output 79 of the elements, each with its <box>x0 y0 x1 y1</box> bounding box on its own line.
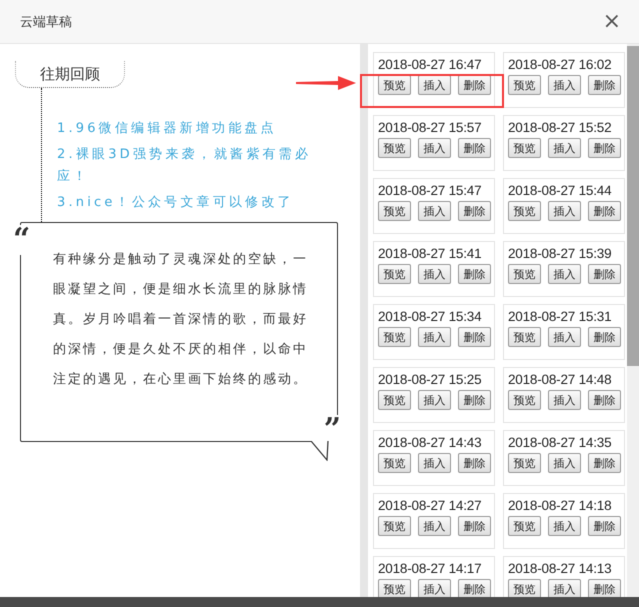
window-title: 云端草稿 <box>20 14 72 30</box>
draft-action-button[interactable]: 插入 <box>418 75 451 95</box>
draft-action-button[interactable]: 预览 <box>508 201 541 221</box>
draft-date: 2018-08-27 15:47 <box>378 183 482 198</box>
draft-action-button[interactable]: 删除 <box>458 138 491 158</box>
draft-date: 2018-08-27 15:25 <box>378 372 482 387</box>
draft-action-button[interactable]: 删除 <box>588 453 621 473</box>
draft-action-button[interactable]: 删除 <box>588 327 621 347</box>
draft-action-button[interactable]: 删除 <box>588 138 621 158</box>
draft-action-button[interactable]: 插入 <box>418 138 451 158</box>
draft-date: 2018-08-27 16:47 <box>378 57 482 72</box>
draft-date: 2018-08-27 15:44 <box>508 183 612 198</box>
draft-action-button[interactable]: 删除 <box>458 75 491 95</box>
draft-date: 2018-08-27 15:34 <box>378 309 482 324</box>
draft-date: 2018-08-27 14:13 <box>508 561 612 576</box>
draft-action-button[interactable]: 预览 <box>508 75 541 95</box>
draft-action-button[interactable]: 删除 <box>458 264 491 284</box>
draft-date: 2018-08-27 15:31 <box>508 309 612 324</box>
draft-action-button[interactable]: 预览 <box>378 327 411 347</box>
draft-action-button[interactable]: 插入 <box>418 453 451 473</box>
draft-action-button[interactable]: 预览 <box>378 453 411 473</box>
draft-action-button[interactable]: 删除 <box>588 264 621 284</box>
draft-date: 2018-08-27 15:39 <box>508 246 612 261</box>
draft-action-button[interactable]: 预览 <box>378 390 411 410</box>
draft-date: 2018-08-27 15:41 <box>378 246 482 261</box>
draft-action-button[interactable]: 插入 <box>548 264 581 284</box>
quote-text: 有种缘分是触动了灵魂深处的空缺，一眼凝望之间，便是细水长流里的脉脉情真。岁月吟唱着一首深情的歌，而最好的深情，便是久处不厌的相伴，以命中注定的遇见，在心里画下始终的感动。 <box>53 251 309 389</box>
draft-action-button[interactable]: 删除 <box>458 327 491 347</box>
draft-action-button[interactable]: 预览 <box>378 138 411 158</box>
draft-date: 2018-08-27 14:35 <box>508 435 612 450</box>
draft-action-button[interactable]: 预览 <box>508 453 541 473</box>
draft-action-button[interactable]: 预览 <box>378 264 411 284</box>
draft-action-button[interactable]: 删除 <box>458 516 491 536</box>
draft-action-button[interactable]: 删除 <box>588 201 621 221</box>
draft-action-button[interactable]: 删除 <box>458 390 491 410</box>
draft-action-button[interactable]: 插入 <box>548 390 581 410</box>
draft-date: 2018-08-27 16:02 <box>508 57 612 72</box>
draft-action-button[interactable]: 预览 <box>378 516 411 536</box>
close-button[interactable]: × <box>602 10 621 32</box>
arrow-icon <box>296 76 356 90</box>
draft-action-button[interactable]: 删除 <box>588 579 621 597</box>
draft-action-button[interactable]: 插入 <box>548 327 581 347</box>
draft-action-button[interactable]: 删除 <box>458 201 491 221</box>
draft-date: 2018-08-27 14:48 <box>508 372 612 387</box>
draft-action-button[interactable]: 插入 <box>418 264 451 284</box>
draft-date: 2018-08-27 14:17 <box>378 561 482 576</box>
draft-action-button[interactable]: 预览 <box>378 201 411 221</box>
draft-action-button[interactable]: 删除 <box>458 453 491 473</box>
draft-action-button[interactable]: 插入 <box>548 579 581 597</box>
draft-action-button[interactable]: 删除 <box>588 390 621 410</box>
close-quote-mark: ” <box>324 415 341 445</box>
draft-action-button[interactable]: 预览 <box>508 516 541 536</box>
draft-action-button[interactable]: 预览 <box>508 264 541 284</box>
draft-action-button[interactable]: 删除 <box>588 516 621 536</box>
draft-action-button[interactable]: 插入 <box>418 390 451 410</box>
draft-action-button[interactable]: 预览 <box>508 138 541 158</box>
draft-date: 2018-08-27 15:52 <box>508 120 612 135</box>
draft-action-button[interactable]: 删除 <box>588 75 621 95</box>
draft-action-button[interactable]: 预览 <box>378 75 411 95</box>
draft-date: 2018-08-27 14:43 <box>378 435 482 450</box>
draft-action-button[interactable]: 插入 <box>418 579 451 597</box>
open-quote-mark: “ <box>13 225 30 255</box>
draft-action-button[interactable]: 插入 <box>548 138 581 158</box>
draft-action-button[interactable]: 插入 <box>418 201 451 221</box>
draft-action-button[interactable]: 删除 <box>458 579 491 597</box>
draft-action-button[interactable]: 预览 <box>508 579 541 597</box>
draft-date: 2018-08-27 14:27 <box>378 498 482 513</box>
draft-action-button[interactable]: 插入 <box>548 453 581 473</box>
scrollbar[interactable] <box>627 44 639 597</box>
draft-action-button[interactable]: 插入 <box>418 327 451 347</box>
draft-date: 2018-08-27 14:18 <box>508 498 612 513</box>
draft-action-button[interactable]: 插入 <box>418 516 451 536</box>
draft-action-button[interactable]: 预览 <box>508 327 541 347</box>
draft-action-button[interactable]: 预览 <box>508 390 541 410</box>
draft-action-button[interactable]: 插入 <box>548 516 581 536</box>
draft-action-button[interactable]: 预览 <box>378 579 411 597</box>
draft-action-button[interactable]: 插入 <box>548 75 581 95</box>
draft-action-button[interactable]: 插入 <box>548 201 581 221</box>
draft-date: 2018-08-27 15:57 <box>378 120 482 135</box>
